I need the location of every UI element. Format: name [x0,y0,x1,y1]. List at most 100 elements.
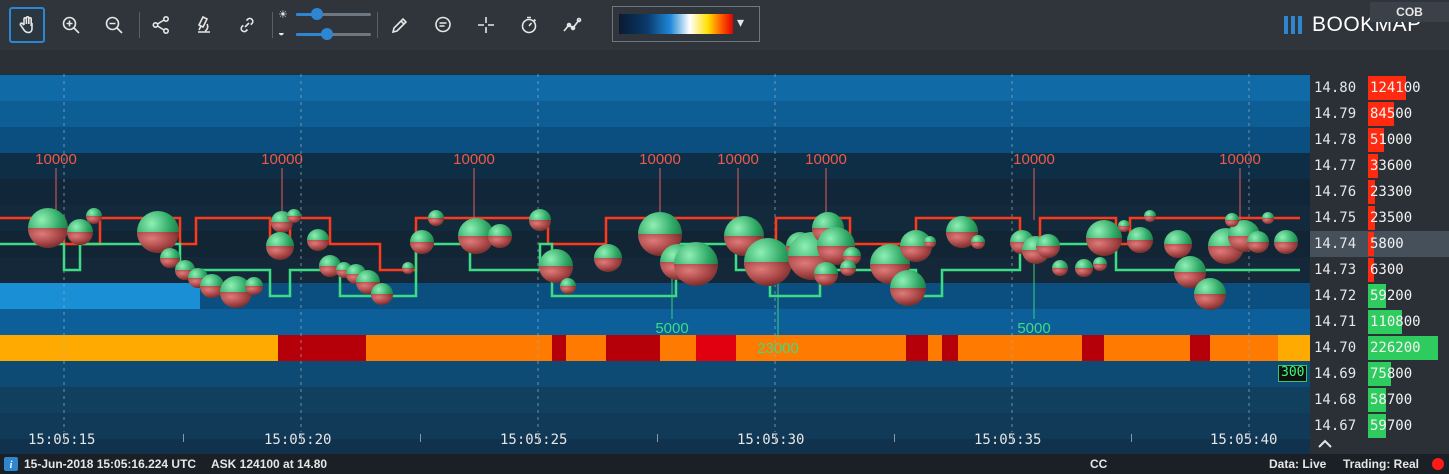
time-tick [657,434,658,442]
brightness-slider-knob[interactable] [311,8,323,20]
heatmap-cell [566,335,606,361]
heatmap-row [0,387,1310,413]
heatmap-cell [1226,335,1278,361]
status-dot [1432,458,1444,473]
heatmap-cell [0,283,200,309]
contrast-slider-knob[interactable] [321,28,333,40]
trade-bubble [371,283,393,305]
cob-value: 51000 [1370,132,1413,148]
trade-bubble [1262,212,1274,224]
trade-bubble [674,242,718,286]
heatmap-cell [696,335,736,361]
time-tick [1012,434,1013,442]
cob-value: 124100 [1370,80,1421,96]
trade-bubble [410,230,434,254]
buy-size-label: 23000 [757,340,799,357]
buy-size-label: 5000 [655,320,688,337]
price-label: 14.68 [1314,392,1357,408]
chevron-up-icon[interactable] [1316,436,1334,450]
price-label: 14.73 [1314,262,1357,278]
trade-bubble [1274,230,1298,254]
status-data-mode: Data: Live [1269,457,1327,471]
trade-bubble [307,229,329,251]
sell-size-label: 10000 [35,151,77,168]
cob-value: 23500 [1370,210,1413,226]
time-tick [1249,434,1250,442]
sell-size-label: 10000 [1013,151,1055,168]
trade-bubble [67,219,93,245]
trade-bubble [1164,230,1192,258]
pencil-icon [391,17,408,34]
cob-value: 110800 [1370,314,1421,330]
price-label: 14.71 [1314,314,1357,330]
timer-button[interactable] [511,7,547,43]
heatmap-cell [0,335,278,361]
toolbar-separator [139,12,140,38]
sell-size-label: 10000 [453,151,495,168]
heatmap-row [0,179,1310,205]
trade-bubble [28,208,68,248]
price-label: 14.77 [1314,158,1357,174]
time-tick [183,434,184,442]
zoom-out-button[interactable] [96,7,132,43]
chat-icon [435,16,451,33]
trade-bubble [1194,278,1226,310]
chat-button[interactable] [425,7,461,43]
heatmap-cell [1190,335,1210,361]
time-tick [775,434,776,442]
heatmap-cell [366,335,552,361]
hand-tool-button[interactable] [9,7,45,43]
sell-size-label: 10000 [717,151,759,168]
price-label: 14.80 [1314,80,1357,96]
trade-bubble [137,211,179,253]
time-tick [894,434,895,442]
trade-bubble [287,209,301,223]
pencil-button[interactable] [382,7,418,43]
share-button[interactable] [143,7,179,43]
crosshair-icon [478,17,494,33]
contrast-icon: ◒ [278,27,285,39]
line-chart-button[interactable] [554,7,590,43]
time-label: 15:05:25 [500,432,568,448]
zoom-in-button[interactable] [53,7,89,43]
trade-bubble [924,236,936,248]
heatmap-chart[interactable]: 10000 10000 10000 10000 10000 10000 10000 10000… [0,50,1310,454]
heatmap-cell [1278,335,1310,361]
price-axis[interactable]: 14.80 124100 14.79 84500 14.78 51000 14.77 3360… [1310,50,1449,454]
trade-bubble [402,262,414,274]
time-label: 15:05:40 [1210,432,1278,448]
trade-bubble [1144,210,1156,222]
toolbar-separator [272,12,273,38]
heatmap-cell [552,335,566,361]
price-label: 14.78 [1314,132,1357,148]
microscope-button[interactable] [186,7,222,43]
heatmap-cell [1082,335,1104,361]
heatmap-cell [958,335,1082,361]
trade-bubble [840,260,856,276]
dropdown-arrow-icon: ▾ [737,14,745,30]
toolbar: ☀ ◒ ▾ BOOKMAP [0,0,1449,50]
time-tick [64,434,65,442]
zoom-in-icon [62,16,80,34]
time-label: 15:05:20 [264,432,332,448]
line-chart-icon [563,17,582,32]
trade-bubble [539,249,573,283]
cob-value: 84500 [1370,106,1413,122]
info-icon[interactable]: i [4,457,18,474]
status-trading-mode: Trading: Real [1343,457,1420,471]
trade-bubble [1127,227,1153,253]
heatmap-row [0,75,1310,101]
heatmap-cell [1104,335,1190,361]
heatmap-top-gap [0,50,1310,74]
brightness-icon: ☀ [278,9,288,21]
colormap-selector[interactable]: ▾ [612,6,760,42]
time-label: 15:05:35 [974,432,1042,448]
trade-bubble [266,232,294,260]
link-button[interactable] [229,7,265,43]
heatmap-cell [606,335,660,361]
sell-size-label: 10000 [261,151,303,168]
crosshair-button[interactable] [468,7,504,43]
heatmap-area[interactable]: 10000 10000 10000 10000 10000 10000 10000 10000… [0,50,1449,454]
cob-value: 33600 [1370,158,1413,174]
trade-bubble [1036,234,1060,258]
